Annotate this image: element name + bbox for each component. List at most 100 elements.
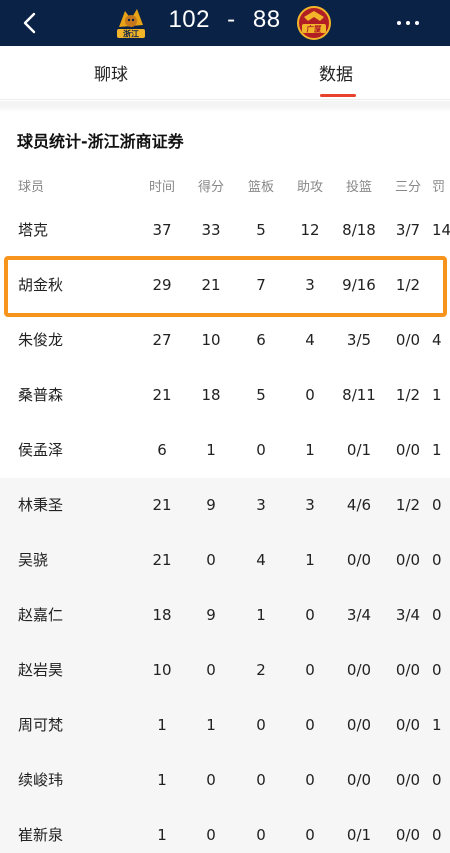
player-name[interactable]: 周可梵 (18, 698, 63, 753)
stat-ft: 0 (432, 826, 442, 844)
stat-points: 1 (206, 716, 216, 734)
stat-assists: 12 (300, 221, 320, 239)
stat-fg: 0/0 (346, 716, 372, 734)
player-name[interactable]: 崔新泉 (18, 808, 63, 853)
stat-points: 10 (201, 331, 221, 349)
stat-rebounds: 2 (256, 661, 266, 679)
tab-data[interactable]: 数据 (319, 60, 353, 85)
stat-time: 1 (157, 826, 167, 844)
more-options-button[interactable] (388, 8, 428, 38)
stat-points: 0 (206, 826, 216, 844)
player-name[interactable]: 朱俊龙 (18, 313, 63, 368)
stat-assists: 1 (305, 551, 315, 569)
more-dot-icon (397, 21, 401, 25)
player-name[interactable]: 桑普森 (18, 368, 63, 423)
panel-shadow (0, 106, 450, 112)
stat-ft: 0 (432, 496, 442, 514)
stat-ft: 1 (432, 386, 442, 404)
player-name[interactable]: 胡金秋 (18, 258, 63, 313)
table-row[interactable]: 胡金秋 29 21 7 3 9/16 1/2 (0, 258, 450, 313)
player-name[interactable]: 赵嘉仁 (18, 588, 63, 643)
player-name[interactable]: 赵岩昊 (18, 643, 63, 698)
stat-fg: 9/16 (342, 276, 376, 294)
player-name[interactable]: 塔克 (18, 203, 48, 258)
stat-fg: 3/4 (346, 606, 372, 624)
table-row[interactable]: 林秉圣 21 9 3 3 4/6 1/2 0 (0, 478, 450, 533)
stat-time: 21 (152, 496, 172, 514)
stat-fg: 4/6 (346, 496, 372, 514)
stat-time: 29 (152, 276, 172, 294)
table-row[interactable]: 赵嘉仁 18 9 1 0 3/4 3/4 0 (0, 588, 450, 643)
stat-fg: 8/18 (342, 221, 376, 239)
stat-three: 0/0 (395, 661, 421, 679)
stat-three: 1/2 (395, 276, 421, 294)
stat-points: 21 (201, 276, 221, 294)
stat-ft: 0 (432, 771, 442, 789)
stat-ft: 0 (432, 551, 442, 569)
svg-text:浙江: 浙江 (123, 29, 139, 39)
stat-three: 0/0 (395, 551, 421, 569)
stat-ft (432, 258, 450, 313)
stat-fg: 0/1 (346, 441, 372, 459)
stat-time: 1 (157, 716, 167, 734)
stat-ft: 1 (432, 716, 442, 734)
section-title: 球员统计-浙江浙商证券 (17, 132, 184, 151)
stat-rebounds: 0 (256, 441, 266, 459)
stat-time: 27 (152, 331, 172, 349)
home-score: 102 (168, 6, 210, 33)
stat-three: 3/7 (395, 221, 421, 239)
stat-time: 1 (157, 771, 167, 789)
table-row[interactable]: 塔克 37 33 5 12 8/18 3/7 14 (0, 203, 450, 258)
player-name[interactable]: 侯孟泽 (18, 423, 63, 478)
stat-three: 0/0 (395, 826, 421, 844)
stat-points: 9 (206, 606, 216, 624)
player-name[interactable]: 吴骁 (18, 533, 48, 588)
stat-ft: 0 (432, 661, 442, 679)
more-dot-icon (406, 21, 410, 25)
table-row[interactable]: 崔新泉 1 0 0 0 0/1 0/0 0 (0, 808, 450, 853)
stat-rebounds: 0 (256, 771, 266, 789)
stat-time: 18 (152, 606, 172, 624)
stat-points: 0 (206, 771, 216, 789)
stat-rebounds: 3 (256, 496, 266, 514)
stat-three: 0/0 (395, 716, 421, 734)
player-name[interactable]: 续峻玮 (18, 753, 63, 808)
stat-assists: 4 (305, 331, 315, 349)
stat-assists: 3 (305, 276, 315, 294)
table-row[interactable]: 续峻玮 1 0 0 0 0/0 0/0 0 (0, 753, 450, 808)
stat-three: 3/4 (395, 606, 421, 624)
home-team-logo[interactable]: 浙江 (111, 3, 151, 43)
stat-assists: 0 (305, 826, 315, 844)
stat-fg: 0/0 (346, 661, 372, 679)
stat-fg: 0/0 (346, 551, 372, 569)
table-row[interactable]: 赵岩昊 10 0 2 0 0/0 0/0 0 (0, 643, 450, 698)
stat-rebounds: 6 (256, 331, 266, 349)
stat-rebounds: 0 (256, 826, 266, 844)
stat-points: 0 (206, 661, 216, 679)
stat-ft: 4 (432, 331, 442, 349)
stat-rebounds: 5 (256, 221, 266, 239)
stat-assists: 3 (305, 496, 315, 514)
chevron-left-icon (23, 12, 36, 34)
stat-ft: 14 (432, 221, 450, 239)
table-row[interactable]: 朱俊龙 27 10 6 4 3/5 0/0 4 (0, 313, 450, 368)
stat-assists: 0 (305, 606, 315, 624)
away-team-logo[interactable]: 广厦 (294, 3, 334, 43)
away-score: 88 (252, 6, 281, 33)
score-display: 102 - 88 (162, 6, 287, 34)
stat-points: 33 (201, 221, 221, 239)
stat-three: 1/2 (395, 386, 421, 404)
score-separator: - (227, 6, 236, 33)
back-button[interactable] (14, 8, 44, 38)
more-dot-icon (415, 21, 419, 25)
stat-rebounds: 5 (256, 386, 266, 404)
stat-rebounds: 4 (256, 551, 266, 569)
stat-assists: 1 (305, 441, 315, 459)
table-row[interactable]: 吴骁 21 0 4 1 0/0 0/0 0 (0, 533, 450, 588)
player-name[interactable]: 林秉圣 (18, 478, 63, 533)
tab-chat[interactable]: 聊球 (94, 60, 128, 85)
stat-rebounds: 7 (256, 276, 266, 294)
table-row[interactable]: 桑普森 21 18 5 0 8/11 1/2 1 (0, 368, 450, 423)
table-row[interactable]: 侯孟泽 6 1 0 1 0/1 0/0 1 (0, 423, 450, 478)
table-row[interactable]: 周可梵 1 1 0 0 0/0 0/0 1 (0, 698, 450, 753)
